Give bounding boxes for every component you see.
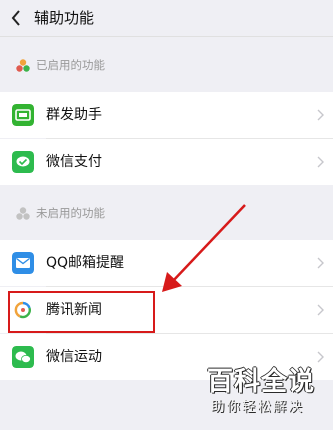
wechat-pay-icon	[12, 151, 34, 173]
section-label-text: 已启用的功能	[36, 58, 105, 72]
mail-icon	[12, 252, 34, 274]
wechat-sport-icon	[12, 346, 34, 368]
list-item-label: 微信支付	[46, 154, 102, 170]
broadcast-icon	[12, 104, 34, 126]
chevron-right-icon	[317, 109, 324, 121]
header-bar: 辅助功能	[0, 0, 333, 36]
list-item-qq-mail[interactable]: QQ邮箱提醒	[0, 240, 333, 286]
list-item-label: QQ邮箱提醒	[46, 255, 125, 271]
annotation-highlight-box	[8, 291, 155, 333]
chevron-right-icon	[317, 156, 324, 168]
page-title: 辅助功能	[34, 9, 95, 27]
feature-dots-icon	[16, 59, 30, 72]
section-label-disabled: 未启用的功能	[0, 198, 333, 228]
chevron-left-icon	[11, 10, 20, 26]
section-label-enabled: 已启用的功能	[0, 50, 333, 80]
header-divider	[0, 36, 333, 37]
chevron-right-icon	[317, 257, 324, 269]
watermark-title: 百科全说	[207, 367, 316, 397]
list-item-broadcast[interactable]: 群发助手	[0, 92, 333, 138]
list-item-label: 群发助手	[46, 107, 102, 123]
list-item-wechat-pay[interactable]: 微信支付	[0, 139, 333, 185]
chevron-right-icon	[317, 304, 324, 316]
list-item-label: 微信运动	[46, 349, 102, 365]
chevron-right-icon	[317, 351, 324, 363]
watermark-subtitle: 助你轻松解决	[211, 399, 304, 415]
section-label-text: 未启用的功能	[36, 206, 105, 220]
back-button[interactable]	[6, 6, 28, 30]
feature-dots-icon	[16, 207, 30, 220]
